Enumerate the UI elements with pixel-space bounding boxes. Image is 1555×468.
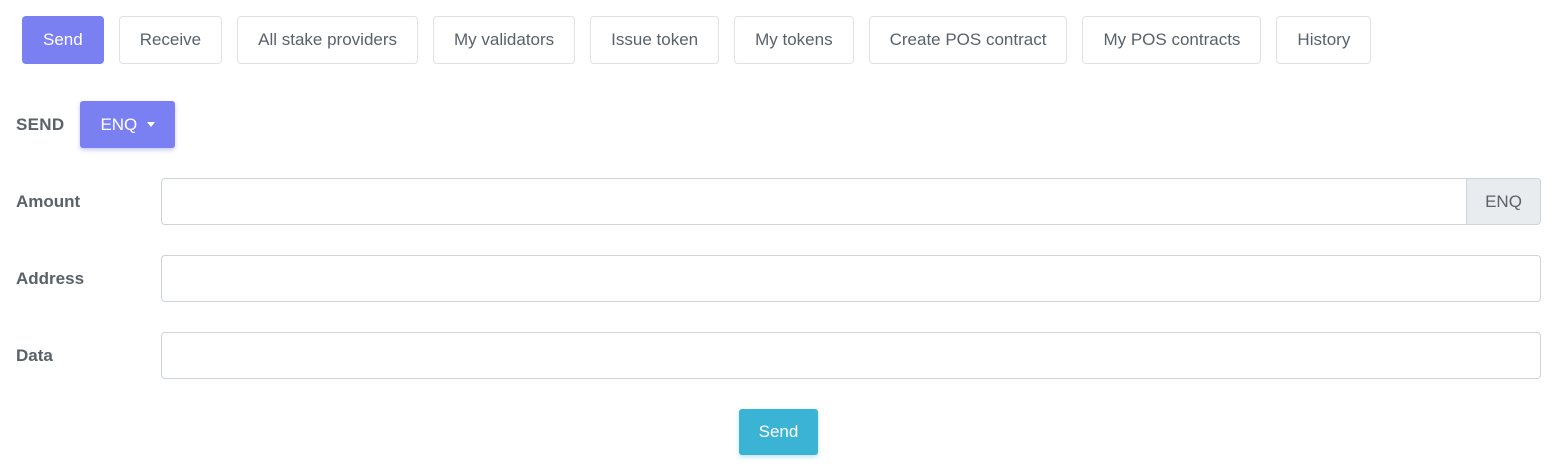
- token-select-value: ENQ: [100, 114, 138, 134]
- amount-row: Amount ENQ: [16, 178, 1541, 225]
- tab-create-pos-contract[interactable]: Create POS contract: [868, 16, 1068, 64]
- tab-issue-token[interactable]: Issue token: [590, 16, 720, 64]
- tab-my-pos-contracts[interactable]: My POS contracts: [1082, 16, 1262, 64]
- tab-history[interactable]: History: [1276, 16, 1372, 64]
- token-select-dropdown[interactable]: ENQ: [80, 101, 176, 148]
- caret-down-icon: [147, 122, 156, 127]
- send-title: SEND: [16, 114, 65, 134]
- tab-receive[interactable]: Receive: [118, 16, 223, 64]
- data-label: Data: [16, 345, 53, 365]
- data-input-group: [161, 332, 1541, 379]
- address-label: Address: [16, 268, 85, 288]
- amount-input-group: ENQ: [161, 178, 1541, 225]
- amount-label: Amount: [16, 191, 81, 211]
- address-input[interactable]: [161, 255, 1541, 302]
- send-submit-button[interactable]: Send: [739, 409, 818, 455]
- tab-all-stake-providers[interactable]: All stake providers: [237, 16, 419, 64]
- amount-unit-addon: ENQ: [1467, 178, 1541, 225]
- address-input-group: [161, 255, 1541, 302]
- amount-input[interactable]: [161, 178, 1467, 225]
- address-row: Address: [16, 255, 1541, 302]
- data-input[interactable]: [161, 332, 1541, 379]
- data-row: Data: [16, 332, 1541, 379]
- tab-send[interactable]: Send: [22, 16, 104, 64]
- tab-my-tokens[interactable]: My tokens: [734, 16, 854, 64]
- tab-my-validators[interactable]: My validators: [433, 16, 576, 64]
- tab-bar: Send Receive All stake providers My vali…: [22, 16, 1386, 64]
- send-header: SEND ENQ: [16, 101, 176, 148]
